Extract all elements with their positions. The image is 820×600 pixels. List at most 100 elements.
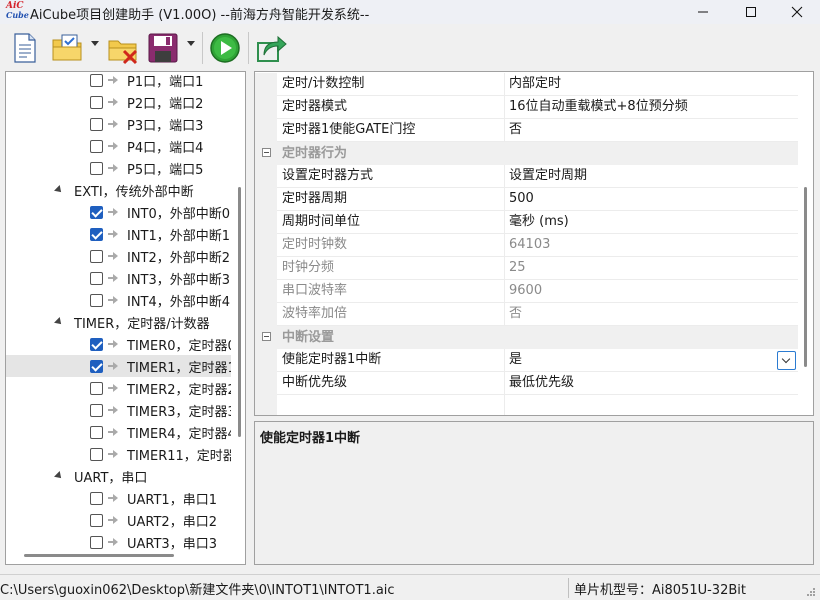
row-gutter	[255, 165, 277, 188]
tree-item[interactable]: P2口，端口2	[6, 91, 231, 113]
logo-line-2: Cube	[6, 10, 29, 20]
tree-item-label: P2口，端口2	[127, 96, 204, 112]
property-value[interactable]: 内部定时	[505, 73, 798, 96]
property-row[interactable]: 定时器1使能GATE门控否	[255, 119, 798, 142]
tree-item[interactable]: TIMER3，定时器3	[6, 399, 231, 421]
tree-item-checkbox[interactable]	[90, 381, 103, 395]
tree-item-checkbox[interactable]	[90, 337, 103, 351]
property-value: 否	[505, 303, 798, 326]
tree-item[interactable]: INT4，外部中断4	[6, 289, 231, 311]
tree-item[interactable]: INT3，外部中断3	[6, 267, 231, 289]
tree-item-checkbox[interactable]	[90, 227, 103, 241]
expand-arrow-icon[interactable]	[54, 185, 64, 195]
tree-item-checkbox[interactable]	[90, 271, 103, 285]
tree-item[interactable]: TIMER11，定时器11	[6, 443, 231, 465]
tree-item-checkbox[interactable]	[90, 249, 103, 263]
resize-grip-icon[interactable]	[806, 587, 816, 597]
row-gutter	[255, 119, 277, 142]
collapse-toggle-icon[interactable]	[262, 332, 271, 341]
property-row[interactable]: 定时器模式 16位自动重载模式+8位预分频	[255, 96, 798, 119]
tree-item-label: TIMER0，定时器0	[127, 338, 231, 354]
save-dropdown-arrow[interactable]	[187, 41, 195, 46]
tree-group[interactable]: UART，串口	[6, 465, 231, 487]
tree-item-label: P5口，端口5	[127, 162, 204, 178]
tree-item[interactable]: INT0，外部中断0	[6, 201, 231, 223]
tree-item[interactable]: UART1，串口1	[6, 487, 231, 509]
tree-item-checkbox[interactable]	[90, 95, 103, 109]
tree-group[interactable]: EXTI，传统外部中断	[6, 179, 231, 201]
tree-item[interactable]: TIMER1，定时器1	[6, 355, 231, 377]
property-row[interactable]: 使能定时器1中断是	[255, 349, 798, 372]
row-gutter	[255, 280, 277, 303]
save-button[interactable]	[146, 31, 186, 65]
minimize-button[interactable]	[680, 0, 726, 24]
property-row: 定时时钟数 64103	[255, 234, 798, 257]
tree-item-checkbox[interactable]	[90, 161, 103, 175]
tree-item[interactable]: INT2，外部中断2	[6, 245, 231, 267]
property-row[interactable]	[255, 395, 798, 415]
tree-item-checkbox[interactable]	[90, 73, 103, 87]
tree-item[interactable]: TIMER4，定时器4	[6, 421, 231, 443]
property-grid[interactable]: 定时/计数控制 内部定时 定时器模式 16位自动重载模式+8位预分频 定时器1使能GAT…	[254, 71, 814, 416]
property-value[interactable]: 最低优先级	[505, 372, 798, 395]
run-button[interactable]	[208, 31, 242, 65]
tree-item-checkbox[interactable]	[90, 139, 103, 153]
tree-item-label: UART3，串口3	[127, 536, 217, 552]
open-dropdown-arrow[interactable]	[91, 41, 99, 46]
tree-item-checkbox[interactable]	[90, 491, 103, 505]
expand-arrow-icon[interactable]	[54, 471, 64, 481]
tree-item[interactable]: P5口，端口5	[6, 157, 231, 179]
property-value[interactable]: 16位自动重载模式+8位预分频	[505, 96, 798, 119]
property-row[interactable]: 定时器周期 500	[255, 188, 798, 211]
tree-item[interactable]: P3口，端口3	[6, 113, 231, 135]
arrow-right-icon	[108, 141, 120, 151]
tree-item-checkbox[interactable]	[90, 425, 103, 439]
property-row[interactable]: 设置定时器方式 设置定时周期	[255, 165, 798, 188]
tree-item-checkbox[interactable]	[90, 293, 103, 307]
value-dropdown-button[interactable]	[777, 351, 796, 370]
tree-item[interactable]: P1口，端口1	[6, 72, 231, 91]
tree-item-checkbox[interactable]	[90, 447, 103, 461]
maximize-button[interactable]	[728, 0, 774, 24]
tree-item[interactable]: INT1，外部中断1	[6, 223, 231, 245]
expand-arrow-icon[interactable]	[54, 317, 64, 327]
tree-item[interactable]: TIMER2，定时器2	[6, 377, 231, 399]
tree-vertical-scrollbar[interactable]	[238, 187, 241, 437]
delete-project-button[interactable]	[106, 31, 140, 65]
property-value[interactable]: 毫秒 (ms)	[505, 211, 798, 234]
arrow-right-icon	[108, 405, 120, 415]
property-category[interactable]: 定时器行为	[255, 142, 798, 165]
property-category[interactable]: 中断设置	[255, 326, 798, 349]
property-value[interactable]: 500	[505, 188, 798, 211]
property-value[interactable]: 是	[505, 349, 798, 372]
arrow-right-icon	[108, 361, 120, 371]
tree-item-checkbox[interactable]	[90, 117, 103, 131]
new-project-button[interactable]	[8, 31, 42, 65]
export-button[interactable]	[254, 31, 288, 65]
tree-item-checkbox[interactable]	[90, 535, 103, 549]
property-value[interactable]: 设置定时周期	[505, 165, 798, 188]
property-row[interactable]: 定时/计数控制 内部定时	[255, 73, 798, 96]
tree-group[interactable]: TIMER，定时器/计数器	[6, 311, 231, 333]
tree-item-label: UART1，串口1	[127, 492, 217, 508]
property-row[interactable]: 中断优先级 最低优先级	[255, 372, 798, 395]
tree-item-checkbox[interactable]	[90, 513, 103, 527]
tree-item[interactable]: UART2，串口2	[6, 509, 231, 531]
collapse-toggle-icon[interactable]	[262, 148, 271, 157]
close-button[interactable]	[774, 0, 820, 24]
property-value[interactable]	[505, 395, 798, 415]
property-value[interactable]: 否	[505, 119, 798, 142]
tree-item-checkbox[interactable]	[90, 205, 103, 219]
tree-item-checkbox[interactable]	[90, 359, 103, 373]
open-project-button[interactable]	[50, 31, 90, 65]
tree-item-checkbox[interactable]	[90, 403, 103, 417]
export-icon	[257, 35, 287, 62]
property-row: 时钟分频 25	[255, 257, 798, 280]
property-vertical-scrollbar[interactable]	[804, 187, 807, 367]
property-row[interactable]: 周期时间单位 毫秒 (ms)	[255, 211, 798, 234]
tree-item[interactable]: UART3，串口3	[6, 531, 231, 553]
peripheral-tree[interactable]: P1口，端口1 P2口，端口2 P3口，端口3 P4口，端口4 P5口，端口5 EXTI，…	[5, 71, 246, 565]
tree-horizontal-scrollbar[interactable]	[24, 554, 174, 557]
tree-item[interactable]: TIMER0，定时器0	[6, 333, 231, 355]
tree-item[interactable]: P4口，端口4	[6, 135, 231, 157]
